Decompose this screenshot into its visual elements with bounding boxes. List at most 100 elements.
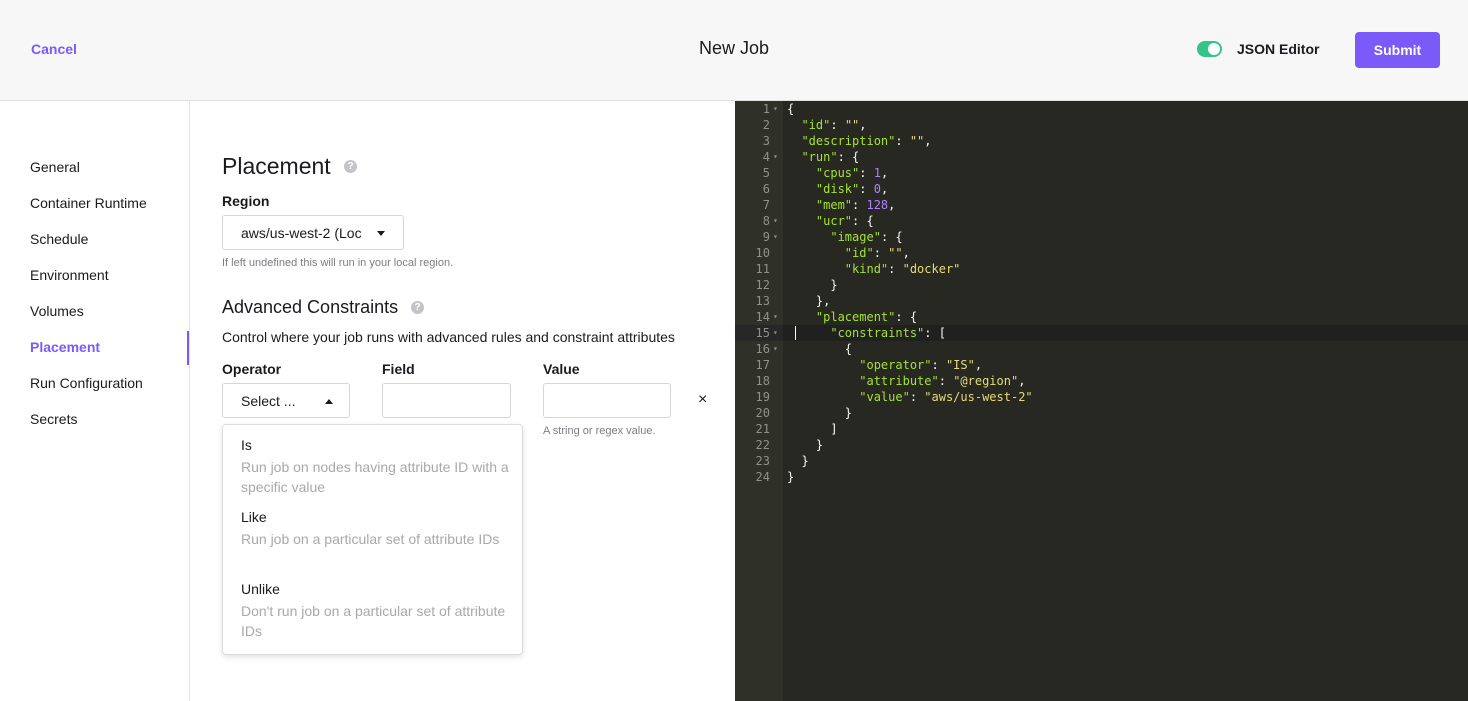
line-number: 6 <box>762 182 770 196</box>
line-number: 5 <box>762 166 770 180</box>
operator-option-unlike[interactable]: Unlike Don't run job on a particular set… <box>241 581 511 641</box>
code-line[interactable]: { <box>787 101 794 117</box>
operator-select-value: Select ... <box>241 393 296 409</box>
help-icon[interactable]: ? <box>411 301 424 314</box>
submit-button[interactable]: Submit <box>1355 32 1440 68</box>
option-description: Run job on a particular set of attribute… <box>241 531 500 547</box>
code-line[interactable]: { <box>787 341 852 357</box>
code-line[interactable]: "value": "aws/us-west-2" <box>787 389 1032 405</box>
code-line[interactable]: "disk": 0, <box>787 181 888 197</box>
fold-arrow-icon[interactable]: ▾ <box>773 309 778 325</box>
json-editor-toggle[interactable] <box>1197 41 1222 57</box>
value-label: Value <box>543 361 580 377</box>
code-line[interactable]: "image": { <box>787 229 902 245</box>
code-line[interactable]: }, <box>787 293 830 309</box>
json-code-editor[interactable]: 1 ▾{2 "id": "", 3 "description": "", 4 ▾ "ru… <box>735 101 1468 701</box>
fold-arrow-icon[interactable]: ▾ <box>773 229 778 245</box>
region-select[interactable]: aws/us-west-2 (Loc <box>222 215 404 250</box>
fold-arrow-icon[interactable]: ▾ <box>773 101 778 117</box>
code-line[interactable]: "operator": "IS", <box>787 357 982 373</box>
operator-dropdown-menu: Is Run job on nodes having attribute ID … <box>222 424 523 655</box>
line-number: 12 <box>755 278 770 292</box>
chevron-up-icon <box>325 399 333 404</box>
cancel-button[interactable]: Cancel <box>31 41 77 57</box>
sidebar-item-secrets[interactable]: Secrets <box>30 411 77 427</box>
region-select-value: aws/us-west-2 (Loc <box>241 225 362 241</box>
line-number: 17 <box>755 358 770 372</box>
line-number: 4 <box>762 150 770 164</box>
line-number: 18 <box>755 374 770 388</box>
fold-arrow-icon[interactable]: ▾ <box>773 149 778 165</box>
line-number: 3 <box>762 134 770 148</box>
line-number: 13 <box>755 294 770 308</box>
code-line[interactable]: "ucr": { <box>787 213 874 229</box>
sidebar-item-environment[interactable]: Environment <box>30 267 109 283</box>
line-number: 16 <box>755 342 770 356</box>
json-editor-label: JSON Editor <box>1237 41 1320 57</box>
code-line[interactable]: } <box>787 453 808 469</box>
option-description: Don't run job on a particular set of att… <box>241 603 506 639</box>
sidebar-item-placement[interactable]: Placement <box>30 339 100 355</box>
option-description: Run job on nodes having attribute ID wit… <box>241 459 509 495</box>
value-hint: A string or regex value. <box>543 425 656 437</box>
code-line[interactable]: "description": "", <box>787 133 931 149</box>
operator-select[interactable]: Select ... <box>222 383 350 418</box>
section-title: Placement <box>222 153 331 179</box>
option-label: Like <box>241 509 267 525</box>
line-number: 19 <box>755 390 770 404</box>
operator-label: Operator <box>222 361 282 377</box>
option-label: Is <box>241 437 252 453</box>
fold-arrow-icon[interactable]: ▾ <box>773 325 778 341</box>
top-bar: Cancel New Job JSON Editor Submit <box>0 0 1468 101</box>
code-line[interactable]: "cpus": 1, <box>787 165 888 181</box>
sidebar-item-run-configuration[interactable]: Run Configuration <box>30 375 143 391</box>
operator-option-is[interactable]: Is Run job on nodes having attribute ID … <box>241 437 511 497</box>
active-nav-indicator <box>187 331 189 365</box>
help-icon[interactable]: ? <box>344 160 357 173</box>
fold-arrow-icon[interactable]: ▾ <box>773 213 778 229</box>
operator-option-like[interactable]: Like Run job on a particular set of attr… <box>241 509 511 549</box>
fold-arrow-icon[interactable]: ▾ <box>773 341 778 357</box>
value-input[interactable] <box>543 383 671 418</box>
code-line[interactable]: "kind": "docker" <box>787 261 961 277</box>
line-number: 9 <box>762 230 770 244</box>
sidebar-item-schedule[interactable]: Schedule <box>30 231 88 247</box>
code-line[interactable]: } <box>787 437 823 453</box>
option-label: Unlike <box>241 581 280 597</box>
sidebar-item-container-runtime[interactable]: Container Runtime <box>30 195 147 211</box>
line-number: 20 <box>755 406 770 420</box>
code-line[interactable]: "id": "", <box>787 245 910 261</box>
line-number: 10 <box>755 246 770 260</box>
region-label: Region <box>222 193 270 209</box>
line-number: 21 <box>755 422 770 436</box>
code-line[interactable]: } <box>787 469 794 485</box>
advanced-constraints-title: Advanced Constraints <box>222 297 399 317</box>
region-hint: If left undefined this will run in your … <box>222 257 454 269</box>
chevron-down-icon <box>377 231 385 236</box>
code-line[interactable]: } <box>787 405 852 421</box>
code-line[interactable]: "attribute": "@region", <box>787 373 1025 389</box>
toggle-knob <box>1208 43 1220 55</box>
line-number: 15 <box>755 326 770 340</box>
line-number: 8 <box>762 214 770 228</box>
code-line[interactable]: "id": "", <box>787 117 866 133</box>
code-line[interactable]: } <box>787 277 837 293</box>
code-line[interactable]: ] <box>787 421 837 437</box>
line-number: 2 <box>762 118 770 132</box>
code-line[interactable]: "constraints": [ <box>787 325 946 341</box>
field-input[interactable] <box>382 383 511 418</box>
remove-constraint-icon[interactable]: × <box>698 391 707 409</box>
code-line[interactable]: "mem": 128, <box>787 197 896 213</box>
advanced-constraints-description: Control where your job runs with advance… <box>222 329 675 345</box>
line-number: 22 <box>755 438 770 452</box>
line-number: 11 <box>755 262 770 276</box>
sidebar-item-volumes[interactable]: Volumes <box>30 303 84 319</box>
sidebar-item-general[interactable]: General <box>30 159 80 175</box>
line-number: 24 <box>755 470 770 484</box>
line-number: 7 <box>762 198 770 212</box>
code-line[interactable]: "run": { <box>787 149 859 165</box>
line-number: 1 <box>762 102 770 116</box>
code-line[interactable]: "placement": { <box>787 309 917 325</box>
placement-form: Placement ? Region aws/us-west-2 (Loc If… <box>190 101 735 701</box>
sidebar-nav: General Container Runtime Schedule Envir… <box>0 101 190 701</box>
